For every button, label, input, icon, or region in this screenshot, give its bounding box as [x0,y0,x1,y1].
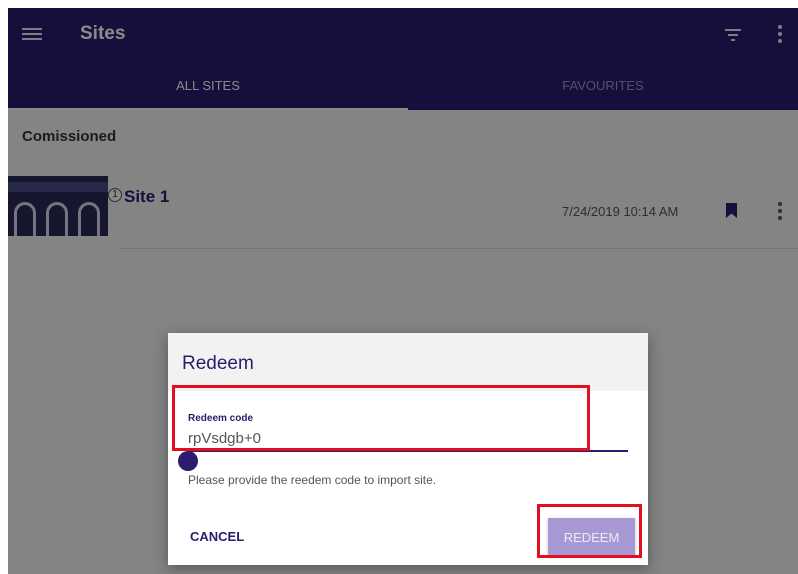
redeem-dialog: Redeem Redeem code Please provide the re… [168,333,648,565]
redeem-code-label: Redeem code [188,413,254,424]
cancel-button[interactable]: CANCEL [190,529,244,544]
text-cursor-handle[interactable] [178,451,198,471]
dialog-title: Redeem [182,353,254,374]
app-window: Sites ALL SITES FAVOURITES Comissioned 1… [8,8,798,574]
dialog-header: Redeem [168,333,648,391]
input-underline [188,450,628,452]
helper-text: Please provide the reedem code to import… [188,473,437,487]
redeem-button[interactable]: REDEEM [548,518,635,556]
redeem-code-input[interactable] [188,426,628,450]
